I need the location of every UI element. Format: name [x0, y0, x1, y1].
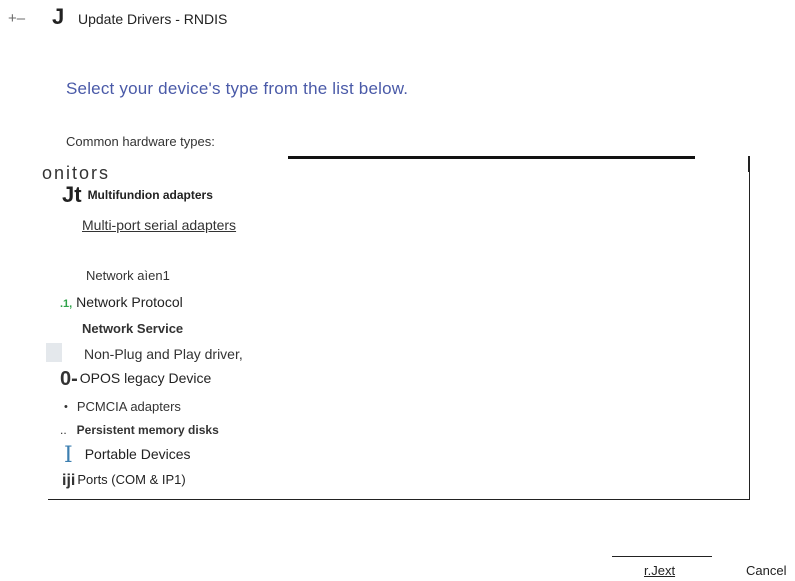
back-arrow-icon[interactable]: +– [8, 10, 25, 27]
list-item-label: Portable Devices [84, 446, 191, 462]
list-item-network-adapters[interactable]: Network aìen1 [86, 268, 170, 283]
list-item-label: Network Protocol [72, 294, 183, 310]
list-item-label: PCMCIA adapters [76, 399, 181, 414]
list-item-label: Ports (COM & IP1) [77, 472, 186, 487]
list-item-label: onitors [42, 163, 111, 183]
list-item-multi-port-serial-adapters[interactable]: Multi-port serial adapters [82, 217, 236, 233]
network-protocol-icon: .1, [60, 298, 73, 310]
next-button[interactable]: r.Jext [644, 563, 675, 578]
list-item-monitors[interactable]: onitors [42, 163, 110, 184]
list-item-network-service[interactable]: Network Service [82, 321, 183, 336]
instruction-text: Select your device's type from the list … [66, 79, 409, 98]
list-item-label: OPOS legacy Device [79, 370, 212, 386]
list-item-label: Network Service [82, 321, 184, 336]
list-item-portable-devices[interactable]: I Portable Devices [64, 443, 191, 468]
list-item-network-protocol[interactable]: .1, Network Protocol [60, 294, 183, 310]
list-item-opos-legacy-device[interactable]: 0- OPOS legacy Device [60, 368, 211, 391]
list-item-label: Multifundion adapters [87, 188, 213, 202]
list-item-label: Non-Plug and Play driver, [84, 346, 243, 362]
opos-device-icon: 0- [60, 368, 78, 390]
port-icon: iji [62, 472, 76, 489]
app-icon: J [52, 4, 65, 29]
list-item-pcmcia-adapters[interactable]: • PCMCIA adapters [64, 399, 181, 414]
list-item-persistent-memory-disks[interactable]: .. Persistent memory disks [60, 423, 219, 437]
list-item-label: Persistent memory disks [76, 423, 219, 437]
multifunction-adapter-icon: Jt [62, 182, 82, 207]
list-item-label: Multi-port serial adapters [82, 217, 237, 233]
cancel-button[interactable]: Cancel [746, 563, 786, 578]
list-item-multifunction-adapters[interactable]: Jt Multifundion adapters [62, 182, 213, 208]
list-item-ports[interactable]: iji Ports (COM & IP1) [62, 472, 186, 490]
next-button-border [612, 556, 712, 557]
list-label: Common hardware types: [66, 134, 215, 149]
list-top-border [288, 156, 695, 159]
non-plug-and-play-icon [46, 343, 62, 362]
list-item-non-plug-and-play[interactable]: Non-Plug and Play driver, [46, 343, 243, 362]
window-title: Update Drivers - RNDIS [78, 11, 228, 27]
memory-disk-icon: .. [60, 423, 67, 437]
pcmcia-icon: • [64, 401, 68, 413]
portable-device-icon: I [64, 443, 73, 468]
list-item-label: Network aìen1 [86, 268, 170, 283]
